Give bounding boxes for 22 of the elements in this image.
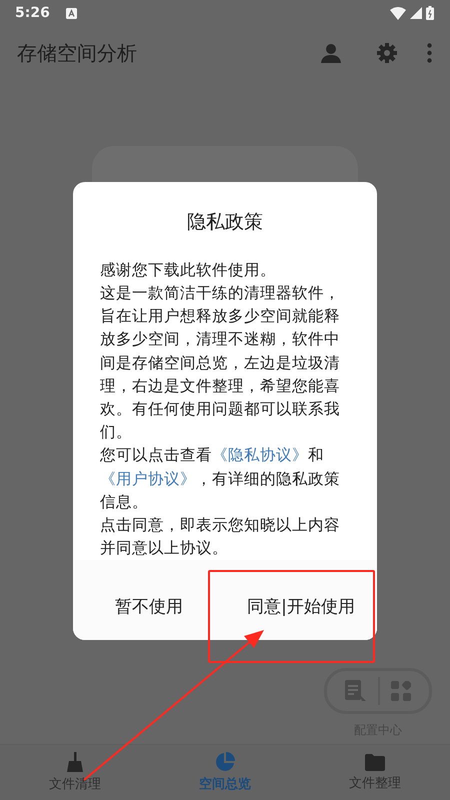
settings-icon[interactable] (377, 43, 397, 63)
agreement-link[interactable]: 《隐私协议》 (212, 446, 308, 464)
notification-icon (66, 8, 77, 18)
wifi-icon (390, 6, 406, 20)
signal-icon (410, 7, 422, 19)
folder-icon (365, 754, 385, 770)
broom-icon (66, 752, 84, 772)
apps-icon (391, 681, 412, 701)
dialog-paragraph: 点击同意，即表示您知晓以上内容并同意以上协议。 (100, 515, 341, 560)
status-time: 5:26 (15, 5, 50, 21)
dialog-paragraph: 您可以点击查看《隐私协议》和 《用户协议》，有详细的隐私政策信息。 (100, 445, 341, 513)
pie-chart-icon (215, 752, 235, 772)
battery-icon (426, 6, 434, 20)
dialog-paragraph: 这是一款简洁干练的清理器软件，旨在让用户想释放多少空间就能释放多少空间，清理不迷糊，软件中间是存储空间总览，左边是垃圾清理，右边是文件整理，希望您能喜欢。有任何使用问题都可以联系我们。 (100, 283, 341, 444)
dialog-paragraph: 感谢您下载此软件使用。 (100, 260, 277, 281)
dialog-title: 隐私政策 (186, 210, 264, 235)
config-center-button[interactable] (324, 668, 432, 714)
app-title: 存储空间分析 (17, 40, 137, 66)
document-icon (344, 680, 367, 702)
agreement-link[interactable]: 《用户协议》 (100, 470, 196, 488)
more-icon[interactable] (427, 43, 432, 63)
person-icon[interactable] (321, 43, 341, 63)
